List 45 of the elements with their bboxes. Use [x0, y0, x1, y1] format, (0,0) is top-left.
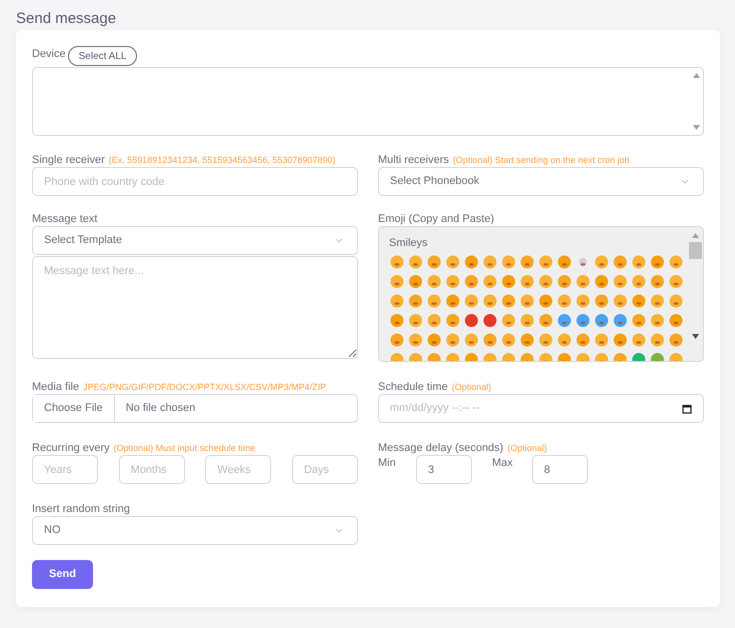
field-hint: JPEG/PNG/GIF/PDF/DOCX/PPTX/XLSX/CSV/MP3/MP4/ZIP — [83, 381, 326, 394]
scroll-down-icon[interactable] — [692, 334, 699, 339]
chevron-down-icon — [335, 238, 343, 243]
field-label: Insert random string — [32, 502, 130, 517]
field-label: Device — [32, 46, 66, 62]
input-field[interactable]: 3 — [416, 455, 472, 484]
field-hint: (Optional) Start sending on the next cron job — [452, 154, 630, 167]
send-button[interactable]: Send — [32, 560, 93, 589]
field-label: Max — [492, 456, 514, 471]
message-textarea[interactable]: Message text here... — [32, 256, 358, 359]
field-label: Multi receivers — [378, 153, 449, 168]
select-dropdown[interactable]: Select Phonebook — [378, 167, 704, 196]
scroll-up-icon[interactable] — [692, 233, 699, 238]
choose-file-button[interactable]: Choose File — [33, 395, 115, 422]
device-list[interactable] — [32, 67, 704, 136]
field-label: Single receiver — [32, 153, 105, 168]
field-hint: (Ex. 55918912341234, 5515934563456, 553078907890) — [108, 154, 336, 167]
field-label: Message delay (seconds) — [378, 441, 504, 456]
scroll-up-icon[interactable] — [692, 73, 700, 78]
field-hint: (Optional) Must input schedule time — [114, 442, 256, 455]
select-dropdown[interactable]: NO — [32, 516, 358, 545]
field-hint: (Optional) — [452, 381, 492, 394]
field-hint: (Optional) — [507, 442, 547, 455]
input-field[interactable]: Years — [32, 455, 98, 484]
chevron-down-icon — [681, 179, 689, 184]
field-label: Emoji (Copy and Paste) — [378, 212, 494, 227]
field-label: Min — [378, 456, 397, 471]
emoji-category: Smileys — [389, 236, 428, 251]
field-label: Schedule time — [378, 380, 448, 395]
file-status: No file chosen — [124, 401, 196, 416]
field-label: Message text — [32, 212, 98, 227]
input-field[interactable]: 8 — [532, 455, 588, 484]
select-all-button[interactable]: Select ALL — [68, 46, 138, 66]
page-title: Send message — [16, 10, 116, 27]
field-label: Media file — [32, 380, 80, 395]
field-label: Recurring every — [32, 441, 110, 456]
calendar-icon[interactable] — [682, 404, 692, 414]
chevron-down-icon — [335, 528, 343, 533]
select-dropdown[interactable]: Select Template — [32, 226, 358, 255]
input-field[interactable]: Phone with country code — [32, 167, 358, 196]
file-input[interactable]: Choose File No file chosen — [32, 394, 358, 423]
input-field[interactable]: Months — [118, 455, 185, 484]
input-field[interactable]: Weeks — [205, 455, 272, 484]
scroll-thumb[interactable] — [689, 242, 702, 259]
input-field[interactable]: Days — [292, 455, 358, 484]
